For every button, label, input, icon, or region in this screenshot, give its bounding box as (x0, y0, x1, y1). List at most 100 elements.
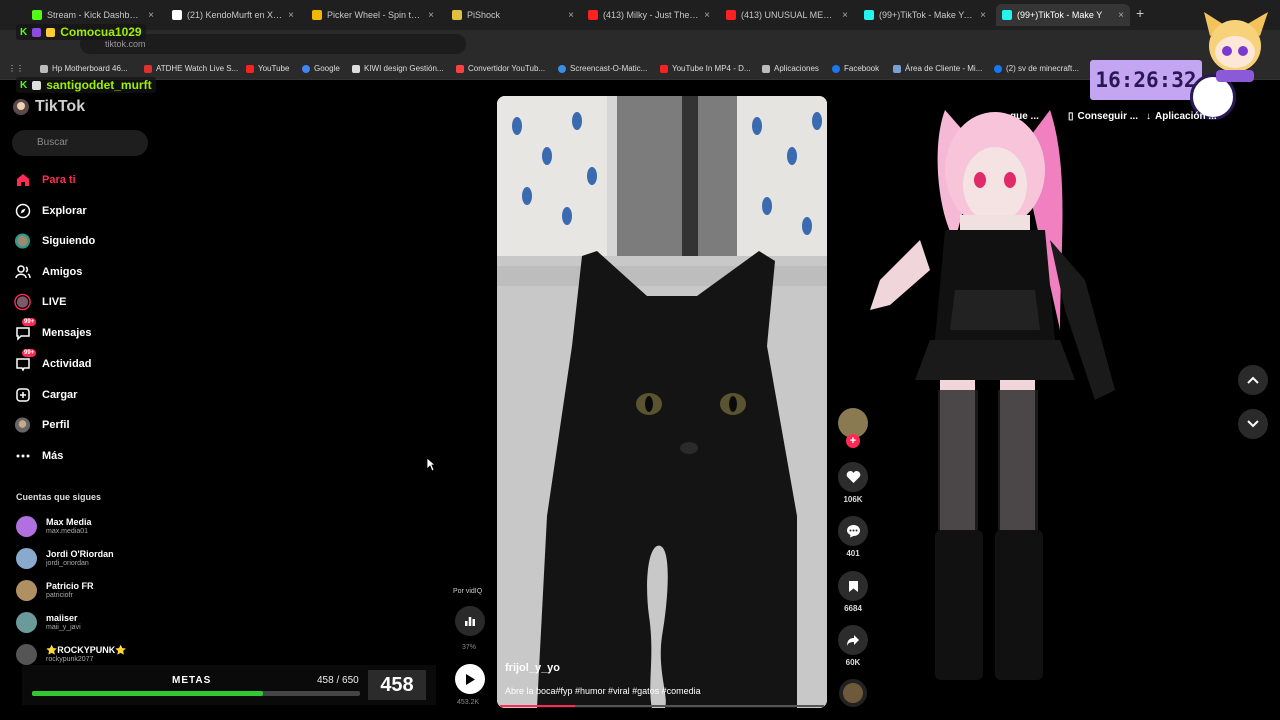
chevron-up-icon (1247, 376, 1259, 384)
goal-label: METAS (172, 675, 212, 686)
nav-item-live[interactable]: LIVE (14, 293, 66, 310)
browser-tab[interactable]: (413) Milky - Just The Wa × (582, 4, 716, 26)
youtube-favicon-icon (726, 10, 736, 20)
compass-icon (14, 202, 31, 219)
play-count: 453.2K (457, 699, 480, 706)
tab-title: (413) UNUSUAL MEMES C (741, 10, 837, 20)
video-progress-bar[interactable] (500, 705, 824, 707)
chevron-down-icon (1247, 420, 1259, 428)
nav-item-amigos[interactable]: Amigos (14, 263, 82, 280)
following-account[interactable]: Jordi O'Riordan jordi_oriordan (16, 548, 114, 569)
video-caption[interactable]: Abre la boca#fyp #humor #viral #gatos #c… (505, 686, 701, 696)
browser-tab[interactable]: Picker Wheel - Spin the W × (306, 4, 440, 26)
new-tab-button[interactable]: + (1136, 5, 1144, 21)
nav-item-cargar[interactable]: Cargar (14, 386, 77, 403)
account-handle: rockypunk2077 (46, 656, 94, 663)
tab-close-icon[interactable]: × (568, 10, 580, 21)
nav-item-perfil[interactable]: Perfil (14, 416, 70, 433)
bookmark[interactable]: YouTube In MP4 - D... (660, 64, 751, 73)
tiktok-logo[interactable]: TikTok (12, 98, 85, 116)
video-progress-fill (500, 705, 575, 707)
browser-tab[interactable]: Stream - Kick Dashboard × (26, 4, 160, 26)
nav-item-actividad[interactable]: 99+ Actividad (14, 349, 92, 372)
video-player[interactable] (497, 96, 827, 708)
following-avatar-icon (14, 232, 31, 249)
home-icon (14, 171, 31, 188)
previous-video-button[interactable] (1238, 365, 1268, 395)
browser-tab[interactable]: (21) KendoMurft en X: "Ca × (166, 4, 300, 26)
kick-icon: K (20, 26, 28, 38)
address-bar-row: tiktok.com ⇆ ▣ ☆ ⚑ ◐ ● ✦ (0, 30, 1280, 79)
follow-plus-button[interactable]: + (846, 434, 860, 448)
top-button-label: Aplicación ... (1155, 111, 1217, 122)
vtuber-avatar-image (870, 110, 1115, 680)
profile-avatar-icon (14, 416, 31, 433)
tab-close-icon[interactable]: × (148, 10, 160, 21)
following-account[interactable]: Max Media max.media01 (16, 516, 92, 537)
chat-username: Comocua1029 (60, 25, 142, 39)
stream-goal-widget: METAS 458 / 650 458 (22, 665, 436, 705)
goal-progress-fill (32, 691, 264, 696)
bookmark[interactable]: Facebook (832, 64, 879, 73)
tab-title: (21) KendoMurft en X: "Ca (187, 10, 284, 20)
chat-username-overlay: K santigoddet_murft (16, 77, 156, 93)
bookmark[interactable]: Google (302, 64, 340, 73)
next-video-button[interactable] (1238, 409, 1268, 439)
bookmark[interactable]: Hp Motherboard 46... (40, 64, 128, 73)
tab-title: Stream - Kick Dashboard (47, 10, 144, 20)
tab-close-icon[interactable]: × (704, 10, 716, 21)
badge-icon (32, 80, 42, 90)
following-account[interactable]: ⭐ROCKYPUNK⭐ rockypunk2077 (16, 644, 126, 665)
nav-item-mas[interactable]: Más (14, 447, 63, 464)
nav-item-siguiendo[interactable]: Siguiendo (14, 232, 95, 249)
tab-close-icon[interactable]: × (1118, 10, 1130, 21)
nav-item-para-ti[interactable]: Para ti (14, 171, 76, 188)
kick-favicon-icon (32, 10, 42, 20)
account-handle: maii_y_javi (46, 624, 81, 631)
pishock-favicon-icon (452, 10, 462, 20)
browser-tab-active[interactable]: (99+)TikTok - Make Y × (996, 4, 1130, 26)
tab-close-icon[interactable]: × (980, 10, 992, 21)
bookmark[interactable]: ATDHE Watch Live S... (144, 64, 238, 73)
nav-item-mensajes[interactable]: 99+ Mensajes (14, 318, 92, 341)
picker-wheel-favicon-icon (312, 10, 322, 20)
following-account[interactable]: maiiser maii_y_javi (16, 612, 81, 633)
browser-tab[interactable]: (99+)TikTok - Make Your × (858, 4, 992, 26)
tab-close-icon[interactable]: × (842, 10, 854, 21)
bookmark[interactable]: Aplicaciones (762, 64, 819, 73)
chat-username: santigoddet_murft (46, 78, 152, 92)
bookmark[interactable]: (2) sv de minecraft... (994, 64, 1079, 73)
tab-close-icon[interactable]: × (288, 10, 300, 21)
nav-item-explorar[interactable]: Explorar (14, 202, 87, 219)
mouse-cursor-icon (426, 457, 436, 472)
bookmark[interactable]: Convertidor YouTub... (456, 64, 545, 73)
browser-tab-bar: Stream - Kick Dashboard × (21) KendoMurf… (0, 0, 1280, 30)
bookmark[interactable]: KIWI design Gestión... (352, 64, 444, 73)
search-input[interactable]: Buscar (12, 130, 148, 156)
tab-title: (99+)TikTok - Make Y (1017, 10, 1103, 20)
goal-count: 458 / 650 (317, 675, 359, 686)
browser-tab[interactable]: (413) UNUSUAL MEMES C × (720, 4, 854, 26)
bookmark[interactable]: YouTube (246, 64, 289, 73)
browser-tab[interactable]: PiShock × (446, 4, 580, 26)
tiktok-favicon-icon (864, 10, 874, 20)
x-favicon-icon (172, 10, 182, 20)
avatar (16, 516, 37, 537)
bookmark[interactable]: Área de Cliente - Mi... (893, 64, 982, 73)
live-avatar-icon (14, 293, 31, 310)
vidiq-stats-button[interactable] (455, 606, 485, 636)
get-app-button[interactable]: ↓ Aplicación ... (1146, 111, 1217, 122)
play-button[interactable] (455, 664, 485, 694)
notification-badge: 99+ (22, 318, 37, 326)
apps-grid-icon[interactable]: ⋮⋮ (8, 64, 24, 73)
bookmark[interactable]: Screencast-O-Matic... (558, 64, 647, 73)
account-name: Max Media (46, 517, 92, 527)
account-name: Jordi O'Riordan (46, 549, 114, 559)
activity-icon: 99+ (14, 349, 37, 372)
tab-close-icon[interactable]: × (428, 10, 440, 21)
following-account[interactable]: Patricio FR patriciofr (16, 580, 94, 601)
nav-label: Explorar (42, 204, 87, 217)
notification-badge: 99+ (22, 349, 37, 357)
tiktok-logo-text: TikTok (35, 98, 86, 115)
video-author[interactable]: frijol_y_yo (505, 662, 560, 674)
